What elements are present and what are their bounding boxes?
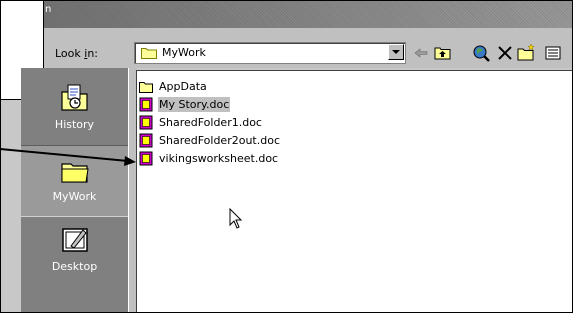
toolbar: Look in: MyWork: [1, 28, 572, 68]
search-web-icon: [473, 45, 490, 62]
look-in-label-post: n:: [87, 47, 99, 60]
folder-icon: [139, 82, 153, 93]
look-in-label-pre: Look: [55, 47, 85, 60]
history-folder-icon: [61, 84, 88, 111]
places-item-desktop[interactable]: Desktop: [21, 216, 128, 286]
window-title: n: [45, 4, 52, 15]
close-icon: [498, 46, 512, 60]
places-bar: History MyWork Desktop: [21, 68, 129, 312]
file-name: SharedFolder2out.doc: [159, 134, 280, 147]
file-name: My Story.doc: [158, 97, 231, 112]
search-web-button[interactable]: [471, 43, 491, 63]
word-document-icon: [139, 115, 153, 130]
delete-button[interactable]: [495, 43, 515, 63]
places-item-history[interactable]: History: [21, 74, 128, 144]
file-name: vikingsworksheet.doc: [159, 152, 279, 165]
views-icon: [545, 46, 561, 60]
back-arrow-icon: [414, 48, 428, 58]
new-folder-icon: [517, 43, 535, 61]
places-label-desktop: Desktop: [51, 260, 98, 273]
places-item-mywork[interactable]: MyWork: [21, 145, 128, 217]
look-in-combo[interactable]: MyWork: [134, 42, 406, 64]
mywork-folder-icon: [61, 163, 89, 183]
file-list[interactable]: AppData My Story.doc SharedFolder1.doc S…: [136, 70, 572, 312]
look-in-dropdown-button[interactable]: [388, 44, 404, 60]
places-label-history: History: [54, 118, 95, 131]
look-in-label: Look in:: [55, 47, 98, 60]
look-in-value: MyWork: [162, 46, 206, 59]
back-button[interactable]: [411, 43, 431, 63]
file-name: AppData: [159, 80, 207, 93]
word-document-icon: [139, 97, 153, 112]
chevron-down-icon: [392, 50, 400, 54]
word-document-icon: [139, 151, 153, 166]
open-file-dialog: n Look in: MyWork History MyWork Desktop…: [0, 0, 573, 313]
title-bar[interactable]: n: [1, 1, 572, 28]
up-folder-icon: [434, 47, 451, 60]
word-document-icon: [139, 133, 153, 148]
views-button[interactable]: [542, 43, 572, 63]
folder-icon: [141, 48, 157, 59]
up-one-level-button[interactable]: [433, 43, 453, 63]
places-label-mywork: MyWork: [52, 190, 97, 203]
desktop-icon: [62, 228, 88, 252]
file-name: SharedFolder1.doc: [159, 116, 262, 129]
new-folder-button[interactable]: [517, 43, 537, 63]
mouse-pointer-icon: [229, 208, 243, 229]
